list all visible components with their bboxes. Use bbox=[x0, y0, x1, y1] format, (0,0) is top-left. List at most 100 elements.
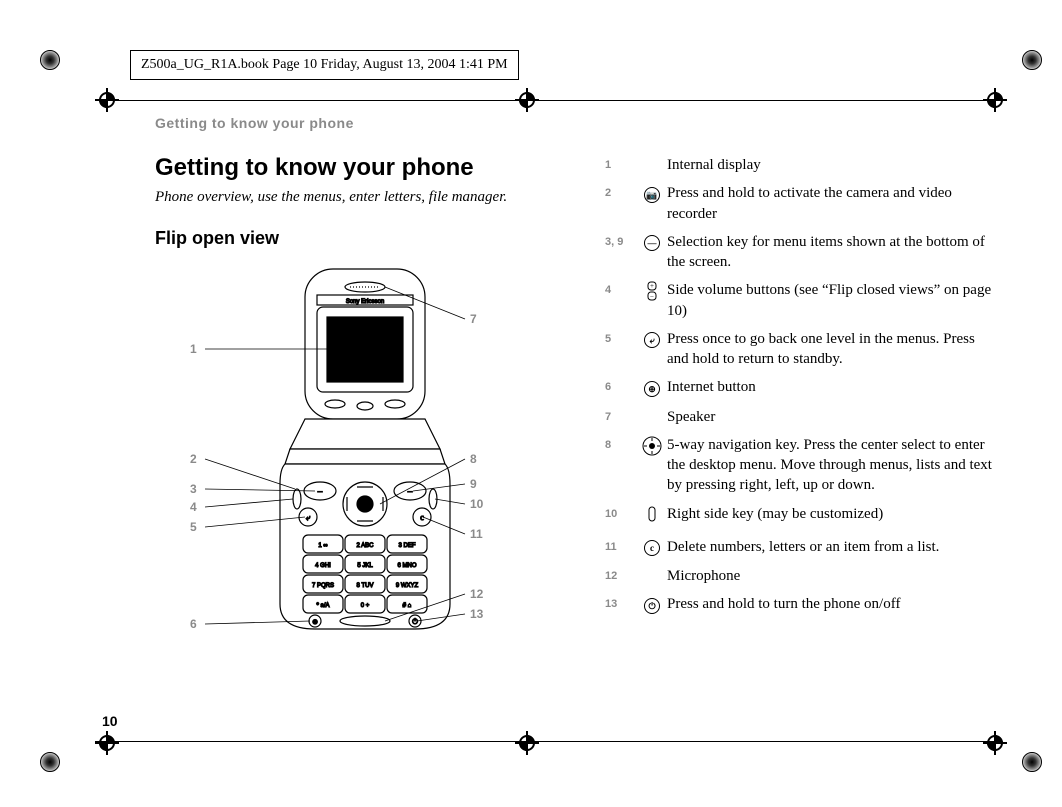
crop-target-icon bbox=[515, 731, 539, 755]
legend-num: 4 bbox=[605, 280, 637, 298]
legend-icon-none bbox=[637, 155, 667, 156]
legend-desc: Microphone bbox=[667, 566, 992, 586]
phone-svg: Sony Ericsson – bbox=[155, 259, 575, 639]
legend-row: 6⊕Internet button bbox=[605, 377, 992, 398]
callout-4: 4 bbox=[190, 500, 197, 514]
legend-num: 12 bbox=[605, 566, 637, 584]
callout-1: 1 bbox=[190, 342, 197, 356]
legend-num: 5 bbox=[605, 329, 637, 347]
svg-text:8 TUV: 8 TUV bbox=[357, 583, 374, 589]
top-rule bbox=[95, 100, 1002, 101]
callout-2: 2 bbox=[190, 452, 197, 466]
camera-icon: 📷 bbox=[637, 183, 667, 204]
svg-text:* a/A: * a/A bbox=[316, 603, 329, 609]
legend-num: 2 bbox=[605, 183, 637, 201]
legend-desc: Side volume buttons (see “Flip closed vi… bbox=[667, 280, 992, 321]
callout-13: 13 bbox=[470, 607, 483, 621]
callout-5: 5 bbox=[190, 520, 197, 534]
bottom-rule bbox=[95, 741, 1002, 742]
page-content: Getting to know your phone Phone overvie… bbox=[155, 155, 992, 639]
svg-text:⤶: ⤶ bbox=[306, 513, 311, 522]
svg-text:0 +: 0 + bbox=[361, 603, 370, 609]
callout-11: 11 bbox=[470, 527, 483, 541]
legend-desc: Internet button bbox=[667, 377, 992, 397]
crop-target-icon bbox=[983, 731, 1007, 755]
side-key-icon bbox=[637, 504, 667, 529]
legend-num: 10 bbox=[605, 504, 637, 522]
legend-row: 2📷Press and hold to activate the camera … bbox=[605, 183, 992, 224]
legend-desc: Internal display bbox=[667, 155, 992, 175]
legend-row: 1 Internal display bbox=[605, 155, 992, 175]
clear-icon: c bbox=[637, 537, 667, 558]
legend-desc: Selection key for menu items shown at th… bbox=[667, 232, 992, 273]
registration-dot bbox=[40, 752, 60, 772]
phone-diagram: Sony Ericsson – bbox=[155, 259, 575, 639]
globe-icon: ⊕ bbox=[637, 377, 667, 398]
page-title: Getting to know your phone bbox=[155, 155, 575, 181]
legend-row: 7 Speaker bbox=[605, 407, 992, 427]
legend-desc: Delete numbers, letters or an item from … bbox=[667, 537, 992, 557]
left-column: Getting to know your phone Phone overvie… bbox=[155, 155, 575, 639]
legend-num: 8 bbox=[605, 435, 637, 453]
legend-row: 4+−Side volume buttons (see “Flip closed… bbox=[605, 280, 992, 321]
legend-desc: Right side key (may be customized) bbox=[667, 504, 992, 524]
legend-row: 12 Microphone bbox=[605, 566, 992, 586]
legend-row: 11cDelete numbers, letters or an item fr… bbox=[605, 537, 992, 558]
callout-3: 3 bbox=[190, 482, 197, 496]
svg-text:−: − bbox=[650, 293, 654, 301]
legend-desc: Speaker bbox=[667, 407, 992, 427]
legend-row: 5⤶Press once to go back one level in the… bbox=[605, 329, 992, 370]
svg-text:Sony Ericsson: Sony Ericsson bbox=[346, 299, 384, 305]
nav-key-icon bbox=[637, 435, 667, 462]
volume-icon: +− bbox=[637, 280, 667, 307]
crop-target-icon bbox=[95, 731, 119, 755]
legend-row: 3, 9—Selection key for menu items shown … bbox=[605, 232, 992, 273]
callout-8: 8 bbox=[470, 452, 477, 466]
svg-text:1 ∞: 1 ∞ bbox=[318, 543, 327, 549]
back-icon: ⤶ bbox=[637, 329, 667, 350]
registration-dot bbox=[40, 50, 60, 70]
svg-text:9 WXYZ: 9 WXYZ bbox=[396, 583, 419, 589]
legend-desc: Press once to go back one level in the m… bbox=[667, 329, 992, 370]
registration-dot bbox=[1022, 50, 1042, 70]
selection-key-icon: — bbox=[637, 232, 667, 253]
legend-icon-none bbox=[637, 407, 667, 408]
legend-num: 11 bbox=[605, 537, 637, 555]
svg-text:⏻: ⏻ bbox=[412, 618, 418, 626]
legend-num: 7 bbox=[605, 407, 637, 425]
svg-text:6 MNO: 6 MNO bbox=[397, 563, 416, 569]
svg-text:2 ABC: 2 ABC bbox=[356, 543, 374, 549]
page-number: 10 bbox=[102, 713, 118, 729]
svg-text:+: + bbox=[650, 282, 654, 290]
legend-row: 8 5-way navigation key. Press the center … bbox=[605, 435, 992, 496]
legend-icon-none bbox=[637, 566, 667, 567]
registration-dot bbox=[1022, 752, 1042, 772]
legend-desc: Press and hold to turn the phone on/off bbox=[667, 594, 992, 614]
legend-num: 13 bbox=[605, 594, 637, 612]
framemaker-header: Z500a_UG_R1A.book Page 10 Friday, August… bbox=[130, 50, 519, 80]
legend-desc: 5-way navigation key. Press the center s… bbox=[667, 435, 992, 496]
callout-7: 7 bbox=[470, 312, 477, 326]
header-text: Z500a_UG_R1A.book Page 10 Friday, August… bbox=[141, 57, 508, 72]
svg-text:–: – bbox=[317, 486, 323, 496]
legend-table: 1 Internal display 2📷Press and hold to ac… bbox=[605, 155, 992, 639]
callout-9: 9 bbox=[470, 477, 477, 491]
svg-text:⊕: ⊕ bbox=[312, 618, 318, 626]
legend-row: 13⏻Press and hold to turn the phone on/o… bbox=[605, 594, 992, 615]
running-head: Getting to know your phone bbox=[155, 115, 354, 131]
legend-num: 6 bbox=[605, 377, 637, 395]
legend-num: 3, 9 bbox=[605, 232, 637, 250]
svg-text:3 DEF: 3 DEF bbox=[398, 543, 415, 549]
section-heading: Flip open view bbox=[155, 228, 575, 249]
svg-text:4 GHI: 4 GHI bbox=[315, 563, 331, 569]
svg-text:5 JKL: 5 JKL bbox=[357, 563, 373, 569]
svg-text:# ⌂: # ⌂ bbox=[403, 603, 412, 609]
callout-12: 12 bbox=[470, 587, 483, 601]
svg-text:7 PQRS: 7 PQRS bbox=[312, 583, 334, 589]
legend-num: 1 bbox=[605, 155, 637, 173]
legend-row: 10 Right side key (may be customized) bbox=[605, 504, 992, 529]
power-icon: ⏻ bbox=[637, 594, 667, 615]
callout-10: 10 bbox=[470, 497, 483, 511]
callout-6: 6 bbox=[190, 617, 197, 631]
page-subtitle: Phone overview, use the menus, enter let… bbox=[155, 187, 575, 207]
